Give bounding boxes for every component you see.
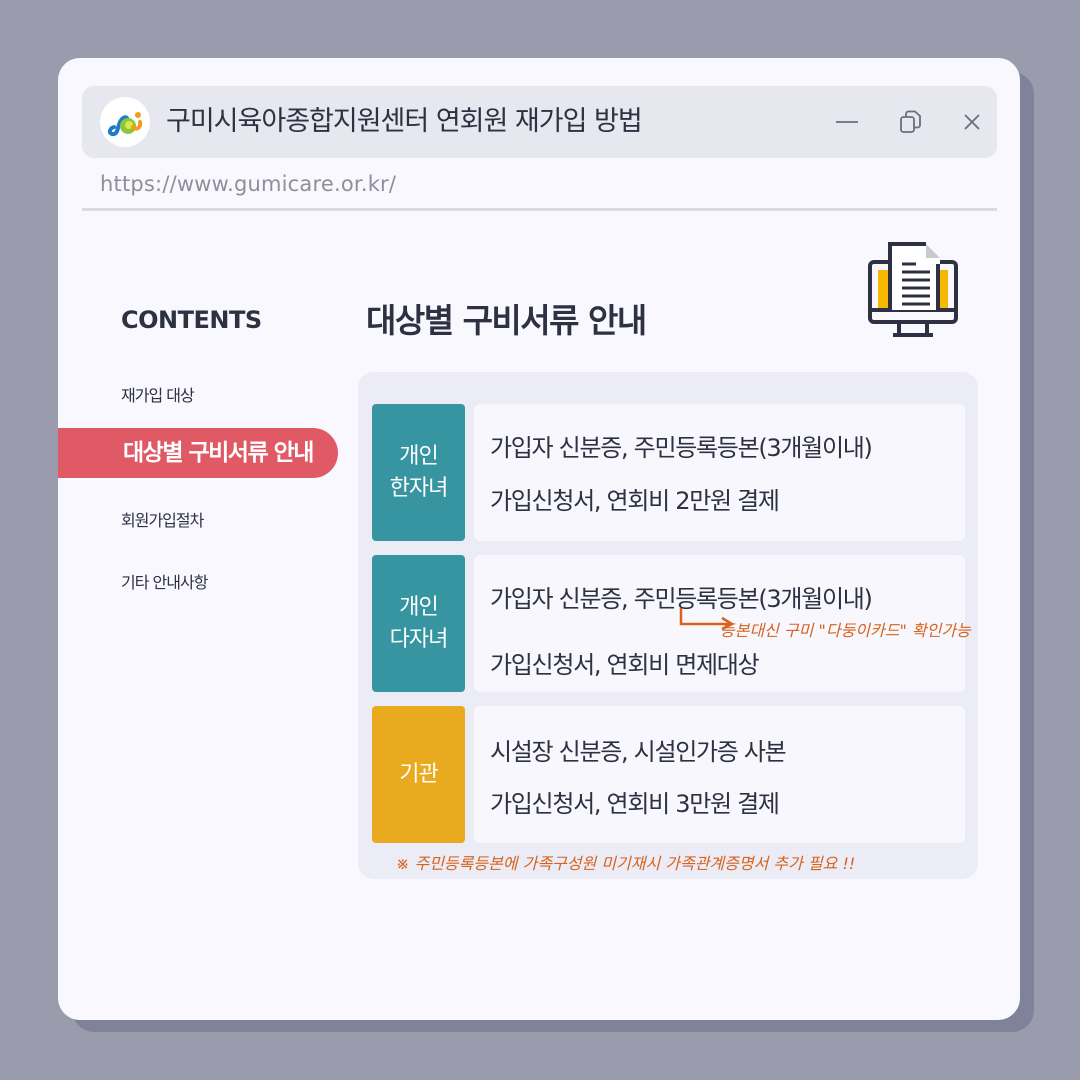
- close-icon: [964, 114, 980, 130]
- requirement-line: 시설장 신분증, 시설인가증 사본: [490, 738, 787, 766]
- requirement-line: 가입신청서, 연회비 2만원 결제: [490, 487, 780, 515]
- table-row: 개인 한자녀 가입자 신분증, 주민등록등본(3개월이내) 가입신청서, 연회비 …: [372, 404, 965, 541]
- address-bar[interactable]: https://www.gumicare.or.kr/: [100, 172, 396, 196]
- document-monitor-icon: [868, 242, 958, 337]
- requirement-line: 가입신청서, 연회비 면제대상: [490, 651, 760, 679]
- sidebar-item-signup-procedure[interactable]: 회원가입절차: [121, 507, 204, 531]
- sidebar-item-rejoin-target[interactable]: 재가입 대상: [121, 382, 195, 406]
- requirements-box: 시설장 신분증, 시설인가증 사본 가입신청서, 연회비 3만원 결제: [474, 706, 965, 843]
- category-tag-multi-child: 개인 다자녀: [372, 555, 465, 692]
- annotation-note: 등본대신 구미 "다둥이카드" 확인가능: [720, 621, 971, 640]
- logo-icon: [100, 97, 150, 147]
- close-button[interactable]: [957, 107, 987, 137]
- contents-heading: CONTENTS: [121, 306, 262, 334]
- requirement-line: 가입신청서, 연회비 3만원 결제: [490, 790, 780, 818]
- requirement-line: 가입자 신분증, 주민등록등본(3개월이내): [490, 434, 873, 462]
- restore-icon: [900, 110, 921, 133]
- minimize-icon: [836, 121, 858, 123]
- browser-window: 구미시육아종합지원센터 연회원 재가입 방법 https://www.gumic…: [58, 58, 1020, 1020]
- window-title: 구미시육아종합지원센터 연회원 재가입 방법: [166, 106, 643, 137]
- requirements-box: 가입자 신분증, 주민등록등본(3개월이내) 가입신청서, 연회비 2만원 결제: [474, 404, 965, 541]
- section-title: 대상별 구비서류 안내: [366, 301, 647, 340]
- minimize-button[interactable]: [832, 107, 862, 137]
- title-bar: 구미시육아종합지원센터 연회원 재가입 방법: [82, 86, 997, 158]
- category-tag-single-child: 개인 한자녀: [372, 404, 465, 541]
- sidebar-item-documents[interactable]: 대상별 구비서류 안내: [58, 428, 338, 478]
- sidebar-item-other-info[interactable]: 기타 안내사항: [121, 569, 208, 593]
- footnote: ※ 주민등록등본에 가족구성원 미기재시 가족관계증명서 추가 필요 !!: [396, 854, 856, 873]
- table-row: 기관 시설장 신분증, 시설인가증 사본 가입신청서, 연회비 3만원 결제: [372, 706, 965, 843]
- category-tag-institution: 기관: [372, 706, 465, 843]
- address-divider: [82, 208, 997, 211]
- sidebar-item-label: 대상별 구비서류 안내: [123, 440, 314, 466]
- restore-button[interactable]: [896, 107, 926, 137]
